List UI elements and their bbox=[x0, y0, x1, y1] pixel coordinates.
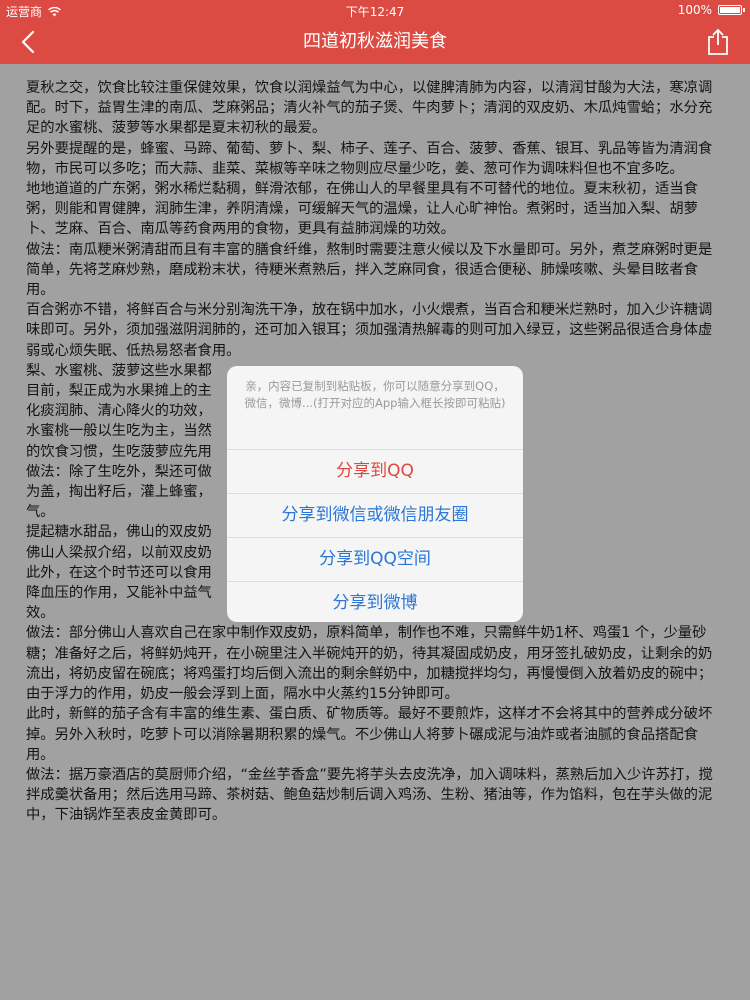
share-button[interactable] bbox=[704, 27, 732, 57]
battery-percent: 100% bbox=[677, 3, 712, 17]
status-bar: 运营商 下午12:47 100% bbox=[0, 0, 750, 20]
status-time: 下午12:47 bbox=[345, 5, 405, 19]
battery-icon bbox=[718, 5, 745, 15]
share-weibo-button[interactable]: 分享到微博 bbox=[227, 581, 523, 622]
share-qzone-button[interactable]: 分享到QQ空间 bbox=[227, 537, 523, 581]
status-right: 100% bbox=[677, 3, 745, 17]
share-qq-button[interactable]: 分享到QQ bbox=[227, 449, 523, 493]
share-dialog: 亲，内容已复制到粘贴板，你可以随意分享到QQ，微信，微博...(打开对应的App… bbox=[227, 366, 523, 622]
page-title: 四道初秋滋润美食 bbox=[303, 31, 447, 52]
nav-bar: 四道初秋滋润美食 bbox=[0, 20, 750, 64]
share-icon bbox=[708, 28, 728, 55]
dialog-message: 亲，内容已复制到粘贴板，你可以随意分享到QQ，微信，微博...(打开对应的App… bbox=[244, 379, 506, 410]
share-wechat-button[interactable]: 分享到微信或微信朋友圈 bbox=[227, 493, 523, 537]
